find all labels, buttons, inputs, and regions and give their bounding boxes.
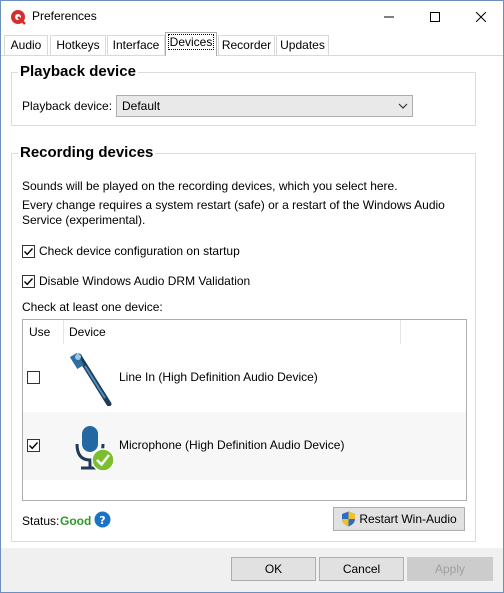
cancel-button[interactable]: Cancel: [319, 557, 404, 581]
disable-drm-checkbox[interactable]: Disable Windows Audio DRM Validation: [22, 273, 250, 289]
tab-audio[interactable]: Audio: [4, 35, 48, 55]
apply-button[interactable]: Apply: [407, 557, 493, 581]
playback-device-select[interactable]: Default: [116, 95, 413, 117]
maximize-button[interactable]: [412, 1, 457, 32]
devices-tab-panel: Playback device Playback device: Default…: [1, 55, 503, 548]
device-row-line-in[interactable]: Line In (High Definition Audio Device): [23, 344, 466, 412]
device-name-microphone: Microphone (High Definition Audio Device…: [119, 438, 345, 452]
close-icon: [475, 11, 486, 22]
checkmark-icon: [23, 277, 34, 285]
window-title: Preferences: [32, 9, 97, 23]
device-name-line-in: Line In (High Definition Audio Device): [119, 370, 318, 384]
restart-info-text-2: Service (experimental).: [22, 213, 146, 227]
chevron-down-icon: [398, 103, 408, 109]
close-button[interactable]: [458, 1, 503, 32]
status-label: Status:: [22, 514, 60, 528]
recording-info-text: Sounds will be played on the recording d…: [22, 179, 398, 193]
device-list-header: Use Device: [23, 320, 466, 344]
tab-recorder[interactable]: Recorder: [218, 35, 275, 55]
device-list[interactable]: Use Device Line In (High Definition Audi…: [22, 319, 467, 501]
disable-drm-label: Disable Windows Audio DRM Validation: [39, 274, 251, 288]
tab-updates[interactable]: Updates: [276, 35, 329, 55]
status-value: Good: [60, 514, 92, 528]
device-list-label: Check at least one device:: [22, 300, 163, 314]
restart-win-audio-button[interactable]: Restart Win-Audio: [333, 507, 465, 531]
minimize-button[interactable]: [366, 1, 411, 32]
microphone-icon: [75, 426, 115, 472]
app-logo-icon: [11, 10, 26, 25]
tab-strip: Audio Hotkeys Interface Devices Recorder…: [1, 32, 503, 56]
tab-hotkeys[interactable]: Hotkeys: [50, 35, 106, 55]
device-row-microphone[interactable]: Microphone (High Definition Audio Device…: [23, 412, 466, 480]
uac-shield-icon: [342, 511, 356, 527]
ok-button[interactable]: OK: [231, 557, 316, 581]
playback-group: Playback device Playback device: Default: [11, 63, 476, 126]
recording-group: Recording devices Sounds will be played …: [11, 144, 476, 542]
column-device[interactable]: Device: [69, 325, 106, 339]
checkbox-box[interactable]: [22, 274, 35, 288]
checkmark-icon: [28, 442, 39, 450]
check-config-label: Check device configuration on startup: [39, 244, 240, 258]
device-checkbox-microphone[interactable]: [27, 439, 40, 452]
line-in-jack-icon: [69, 352, 112, 406]
checkbox-box[interactable]: [22, 244, 35, 258]
title-bar[interactable]: Preferences: [1, 1, 503, 32]
checkmark-icon: [23, 247, 34, 255]
check-config-checkbox[interactable]: Check device configuration on startup: [22, 243, 240, 259]
tab-devices[interactable]: Devices: [165, 32, 217, 56]
playback-device-label: Playback device:: [22, 99, 113, 113]
device-checkbox-line-in[interactable]: [27, 371, 40, 384]
column-use[interactable]: Use: [29, 325, 50, 339]
restart-win-audio-label: Restart Win-Audio: [359, 512, 457, 526]
preferences-window: Preferences Audio Hotkeys Interface Devi…: [0, 0, 504, 593]
tab-interface[interactable]: Interface: [107, 35, 165, 55]
playback-group-title: Playback device: [18, 63, 138, 80]
minimize-icon: [383, 16, 394, 17]
maximize-icon: [429, 11, 440, 22]
recording-group-title: Recording devices: [18, 144, 156, 161]
playback-device-value: Default: [122, 99, 161, 113]
help-icon[interactable]: ?: [94, 511, 111, 528]
restart-info-text-1: Every change requires a system restart (…: [22, 198, 445, 212]
svg-text:?: ?: [99, 514, 105, 527]
